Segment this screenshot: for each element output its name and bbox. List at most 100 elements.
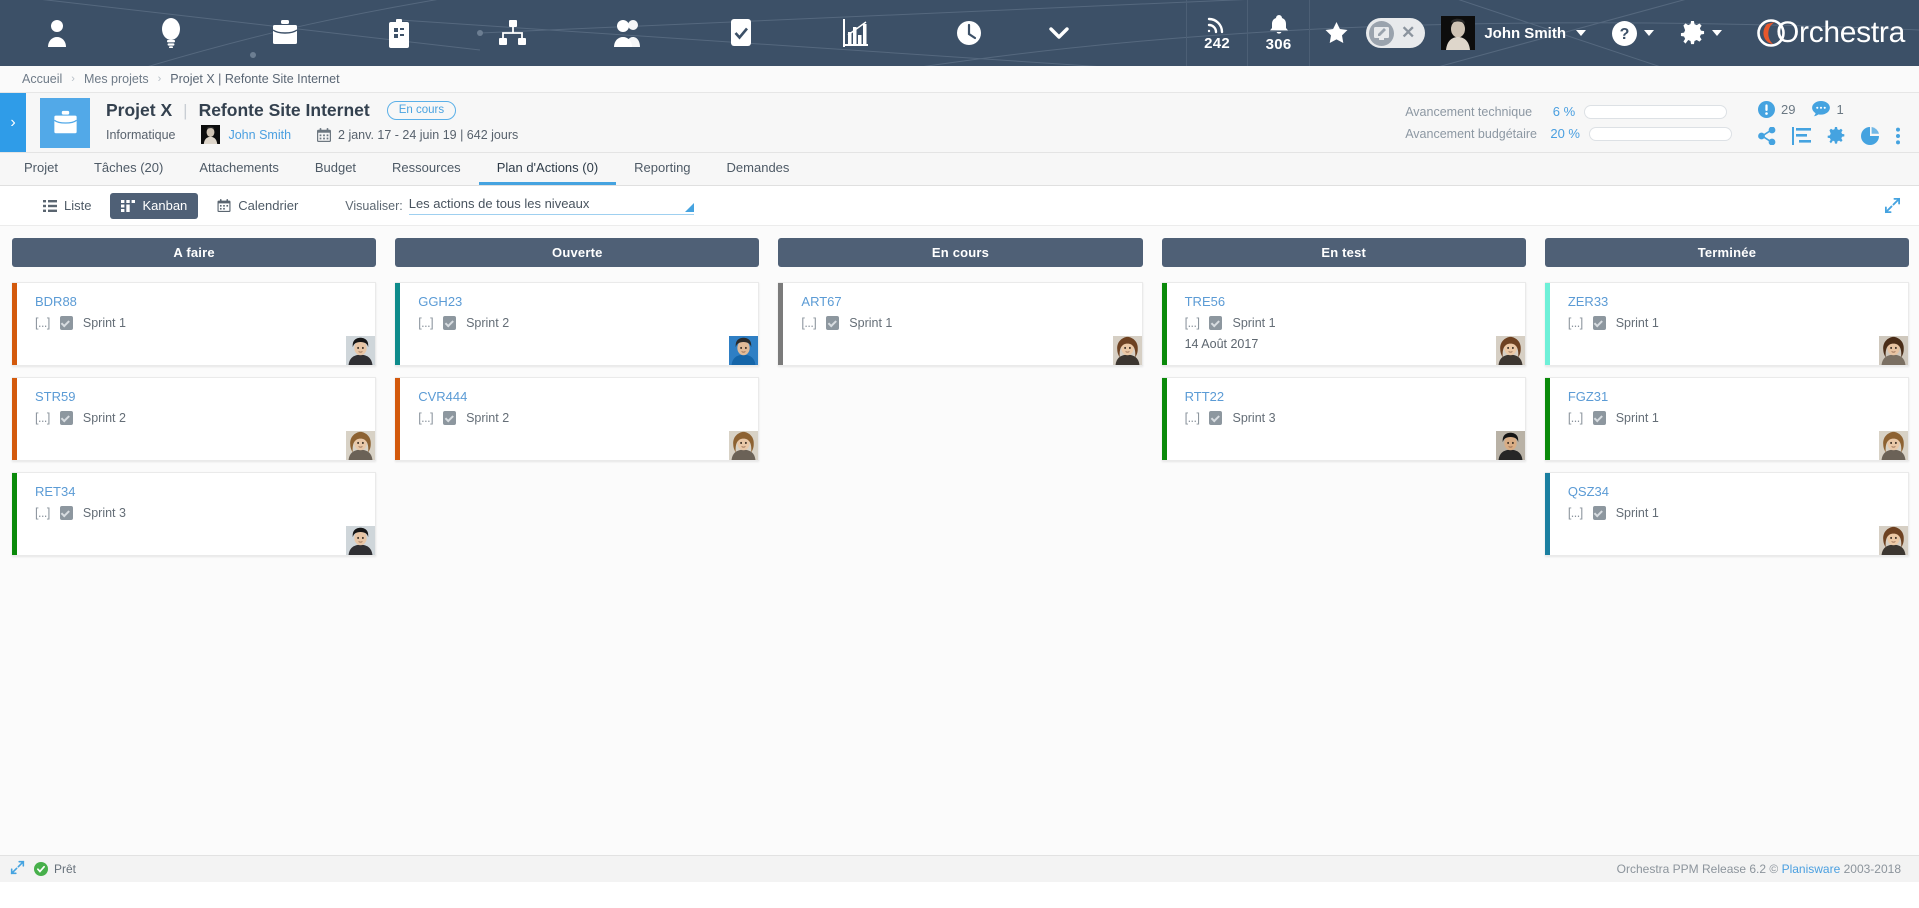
vendor-link[interactable]: Planisware (1782, 862, 1841, 876)
card-assignee-avatar[interactable] (1495, 431, 1525, 460)
nav-clock-icon[interactable] (912, 0, 1026, 66)
view-button-calendrier[interactable]: Calendrier (206, 193, 309, 219)
card-code-link[interactable]: RET34 (35, 484, 375, 499)
alert-count-stat[interactable]: 29 (1758, 100, 1795, 118)
card-ellipsis-label[interactable]: [...] (418, 316, 433, 330)
tab-t-ches-20[interactable]: Tâches (20) (76, 153, 181, 185)
tab-budget[interactable]: Budget (297, 153, 374, 185)
status-badge[interactable]: En cours (386, 101, 457, 120)
favorite-star-icon[interactable] (1310, 22, 1362, 44)
nav-lightbulb-icon[interactable] (114, 0, 228, 66)
card-code-link[interactable]: CVR444 (418, 389, 758, 404)
share-icon[interactable] (1758, 126, 1776, 145)
card-ellipsis-label[interactable]: [...] (1185, 316, 1200, 330)
card-code-link[interactable]: BDR88 (35, 294, 375, 309)
tab-reporting[interactable]: Reporting (616, 153, 708, 185)
tab-label: Budget (314, 160, 357, 175)
card-assignee-avatar[interactable] (346, 336, 376, 365)
card-ellipsis-label[interactable]: [...] (1568, 316, 1583, 330)
kanban-column-header[interactable]: En cours (778, 238, 1143, 267)
card-code-link[interactable]: TRE56 (1185, 294, 1525, 309)
breadcrumb-item-home[interactable]: Accueil (22, 72, 62, 86)
outline-icon[interactable] (1792, 126, 1811, 145)
user-menu[interactable]: John Smith (1441, 16, 1586, 50)
breadcrumb-item-my-projects[interactable]: Mes projets (84, 72, 149, 86)
card-code-link[interactable]: FGZ31 (1568, 389, 1908, 404)
kanban-card[interactable]: TRE56 [...] Sprint 1 14 Août 2017 (1161, 282, 1526, 366)
kanban-column-header[interactable]: Terminée (1544, 238, 1910, 267)
project-owner-label: John Smith (228, 127, 292, 142)
card-ellipsis-label[interactable]: [...] (35, 506, 50, 520)
settings-menu[interactable] (1680, 20, 1722, 46)
card-code-link[interactable]: RTT22 (1185, 389, 1525, 404)
card-assignee-avatar[interactable] (1879, 336, 1909, 365)
kanban-card[interactable]: GGH23 [...] Sprint 2 (395, 282, 760, 366)
card-assignee-avatar[interactable] (1495, 336, 1525, 365)
screen-toggle-pill[interactable]: ✕ (1366, 18, 1426, 48)
view-button-liste[interactable]: Liste (32, 193, 102, 219)
card-assignee-avatar[interactable] (1879, 526, 1909, 555)
card-code-link[interactable]: ZER33 (1568, 294, 1908, 309)
card-ellipsis-label[interactable]: [...] (801, 316, 816, 330)
pie-chart-icon[interactable] (1861, 126, 1879, 145)
kanban-card[interactable]: STR59 [...] Sprint 2 (12, 377, 377, 461)
card-ellipsis-label[interactable]: [...] (1568, 506, 1583, 520)
dropdown-triangle-icon (684, 203, 694, 212)
project-owner[interactable]: John Smith (201, 125, 291, 144)
expand-icon[interactable] (1884, 197, 1901, 219)
feed-counter[interactable]: 242 (1186, 0, 1249, 66)
kanban-card[interactable]: FGZ31 [...] Sprint 1 (1544, 377, 1910, 461)
card-code-link[interactable]: ART67 (801, 294, 1141, 309)
progress-budget-bar[interactable] (1589, 126, 1732, 141)
close-icon[interactable]: ✕ (1398, 24, 1418, 43)
nav-users-icon[interactable] (570, 0, 684, 66)
gear-icon[interactable] (1827, 126, 1845, 145)
kanban-column-header[interactable]: A faire (12, 238, 377, 267)
comment-count-stat[interactable]: 1 (1812, 101, 1844, 117)
nav-person-icon[interactable] (0, 0, 114, 66)
tab-demandes[interactable]: Demandes (709, 153, 808, 185)
card-code-link[interactable]: STR59 (35, 389, 375, 404)
view-button-kanban[interactable]: Kanban (110, 192, 199, 219)
progress-technical-bar[interactable] (1584, 104, 1728, 119)
kanban-column-header[interactable]: En test (1161, 238, 1526, 267)
kanban-card[interactable]: RET34 [...] Sprint 3 (12, 472, 377, 556)
tab-attachements[interactable]: Attachements (181, 153, 297, 185)
help-menu[interactable]: ? (1611, 20, 1654, 46)
kanban-card[interactable]: RTT22 [...] Sprint 3 (1161, 377, 1526, 461)
card-ellipsis-label[interactable]: [...] (35, 316, 50, 330)
kanban-card[interactable]: BDR88 [...] Sprint 1 (12, 282, 377, 366)
alert-counter[interactable]: 306 (1248, 0, 1311, 66)
card-assignee-avatar[interactable] (1879, 431, 1909, 460)
card-assignee-avatar[interactable] (346, 526, 376, 555)
kanban-card[interactable]: QSZ34 [...] Sprint 1 (1544, 472, 1910, 556)
nav-briefcase-icon[interactable] (228, 0, 342, 66)
nav-bar-chart-icon[interactable] (798, 0, 912, 66)
card-ellipsis-label[interactable]: [...] (1185, 411, 1200, 425)
visualize-select[interactable]: Les actions de tous les niveaux (408, 196, 694, 215)
tab-plan-d-actions-0[interactable]: Plan d'Actions (0) (478, 153, 617, 185)
kanban-column-header[interactable]: Ouverte (395, 238, 760, 267)
card-assignee-avatar[interactable] (729, 336, 759, 365)
card-code-link[interactable]: GGH23 (418, 294, 758, 309)
nav-more-chevron-down-icon[interactable] (1026, 0, 1092, 66)
nav-clipboard-icon[interactable] (342, 0, 456, 66)
tab-ressources[interactable]: Ressources (374, 153, 479, 185)
nav-checkbox-icon[interactable] (684, 0, 798, 66)
tab-projet[interactable]: Projet (6, 153, 76, 185)
sidebar-expand-toggle[interactable]: › (0, 93, 26, 152)
expand-arrows-icon[interactable] (10, 860, 25, 878)
card-ellipsis-label[interactable]: [...] (1568, 411, 1583, 425)
card-ellipsis-label[interactable]: [...] (35, 411, 50, 425)
card-assignee-avatar[interactable] (346, 431, 376, 460)
kanban-card[interactable]: CVR444 [...] Sprint 2 (395, 377, 760, 461)
card-assignee-avatar[interactable] (729, 431, 759, 460)
card-code-link[interactable]: QSZ34 (1568, 484, 1908, 499)
nav-org-chart-icon[interactable] (456, 0, 570, 66)
more-vertical-icon[interactable] (1895, 127, 1901, 145)
card-assignee-avatar[interactable] (1112, 336, 1142, 365)
kanban-card[interactable]: ZER33 [...] Sprint 1 (1544, 282, 1910, 366)
card-ellipsis-label[interactable]: [...] (418, 411, 433, 425)
progress-budget-value: 20 % (1550, 126, 1580, 141)
kanban-card[interactable]: ART67 [...] Sprint 1 (778, 282, 1143, 366)
